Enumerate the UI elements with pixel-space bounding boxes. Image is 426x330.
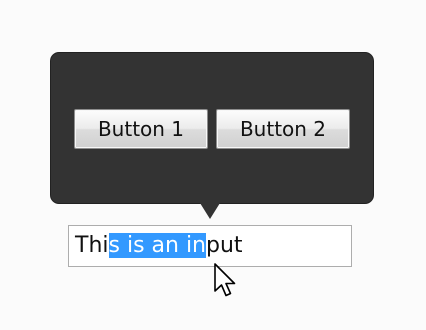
popup-panel: Button 1 Button 2 <box>50 52 374 204</box>
button-2[interactable]: Button 2 <box>216 109 350 149</box>
input-text-before: Thi <box>75 233 109 258</box>
button-1[interactable]: Button 1 <box>74 109 208 149</box>
popup-arrow <box>200 203 220 219</box>
text-input[interactable]: This is an input <box>68 225 352 267</box>
input-text-selected: s is an in <box>108 233 206 258</box>
mouse-pointer-icon <box>214 263 236 297</box>
scene: Button 1 Button 2 This is an input <box>0 0 426 330</box>
input-text-after: put <box>206 233 243 258</box>
